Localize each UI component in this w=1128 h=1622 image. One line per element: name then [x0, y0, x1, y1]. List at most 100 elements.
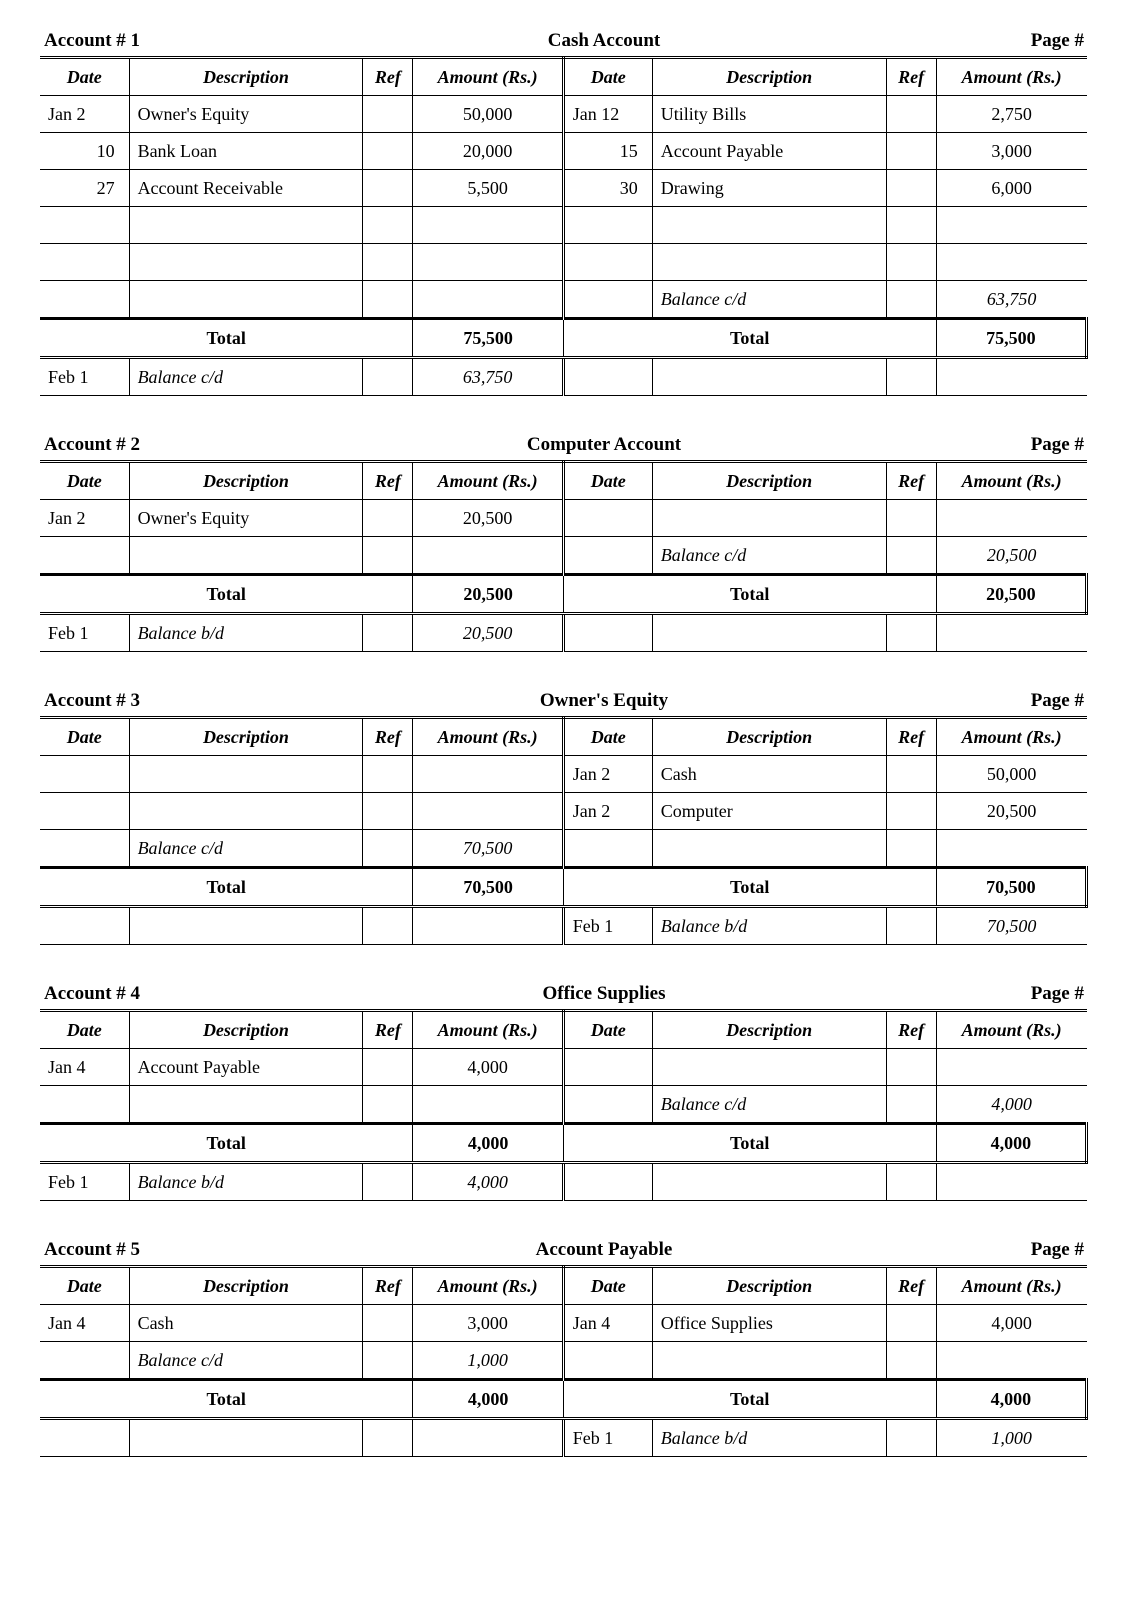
column-header: Amount (Rs.)	[413, 1011, 563, 1049]
table-row: Balance c/d63,750	[40, 281, 1087, 319]
cell	[886, 1342, 936, 1380]
cell	[936, 614, 1086, 652]
column-header: Amount (Rs.)	[413, 58, 563, 96]
cell	[40, 281, 129, 319]
account-title: Account Payable	[244, 1239, 964, 1261]
cell	[886, 207, 936, 244]
cell: Jan 2	[563, 756, 652, 793]
cell	[563, 1342, 652, 1380]
cell: 63,750	[936, 281, 1086, 319]
column-header: Date	[563, 718, 652, 756]
cell	[936, 1342, 1086, 1380]
total-label: Total	[563, 1124, 936, 1163]
ledger-table: DateDescriptionRefAmount (Rs.)DateDescri…	[40, 1009, 1088, 1201]
cell: Feb 1	[563, 907, 652, 945]
cell	[363, 614, 413, 652]
cell: Feb 1	[40, 1163, 129, 1201]
cell	[40, 244, 129, 281]
cell: Feb 1	[40, 614, 129, 652]
cell	[936, 244, 1086, 281]
cell	[652, 1163, 886, 1201]
cell	[129, 907, 363, 945]
table-row: Jan 4Cash3,000Jan 4Office Supplies4,000	[40, 1305, 1087, 1342]
cell	[413, 207, 563, 244]
column-header: Ref	[363, 1267, 413, 1305]
cell	[363, 756, 413, 793]
total-label: Total	[563, 575, 936, 614]
cell	[363, 1163, 413, 1201]
account-number: Account # 2	[44, 434, 244, 456]
cell: Drawing	[652, 170, 886, 207]
cell	[886, 96, 936, 133]
ledger-container: Account # 1Cash AccountPage #DateDescrip…	[40, 30, 1088, 1457]
cell	[886, 358, 936, 396]
cell	[363, 170, 413, 207]
cell	[886, 170, 936, 207]
table-row: Jan 4Account Payable4,000	[40, 1049, 1087, 1086]
cell	[563, 1086, 652, 1124]
cell	[129, 756, 363, 793]
column-header: Date	[563, 58, 652, 96]
cell	[886, 614, 936, 652]
cell: 4,000	[413, 1124, 563, 1163]
cell	[413, 1086, 563, 1124]
cell: 70,500	[936, 868, 1086, 907]
ledger-account-1: Account # 1Cash AccountPage #DateDescrip…	[40, 30, 1088, 396]
cell	[40, 1086, 129, 1124]
totals-row: Total4,000Total4,000	[40, 1380, 1087, 1419]
cell: Balance c/d	[652, 537, 886, 575]
cell: Cash	[129, 1305, 363, 1342]
cell	[886, 133, 936, 170]
cell	[652, 614, 886, 652]
ledger-table: DateDescriptionRefAmount (Rs.)DateDescri…	[40, 460, 1088, 652]
table-row: Feb 1Balance b/d1,000	[40, 1419, 1087, 1457]
cell	[886, 830, 936, 868]
cell: Owner's Equity	[129, 500, 363, 537]
account-title: Cash Account	[244, 30, 964, 52]
cell: 2,750	[936, 96, 1086, 133]
totals-row: Total70,500Total70,500	[40, 868, 1087, 907]
cell	[563, 1163, 652, 1201]
cell	[563, 244, 652, 281]
column-header: Ref	[363, 462, 413, 500]
cell: 5,500	[413, 170, 563, 207]
account-number: Account # 3	[44, 690, 244, 712]
cell: Jan 4	[40, 1049, 129, 1086]
table-row: 10Bank Loan20,00015Account Payable3,000	[40, 133, 1087, 170]
cell	[563, 1049, 652, 1086]
column-header: Ref	[363, 1011, 413, 1049]
cell: Account Receivable	[129, 170, 363, 207]
cell	[129, 537, 363, 575]
cell	[936, 500, 1086, 537]
cell	[129, 244, 363, 281]
account-title: Computer Account	[244, 434, 964, 456]
cell	[363, 1305, 413, 1342]
total-label: Total	[40, 868, 413, 907]
cell: 4,000	[413, 1380, 563, 1419]
account-number: Account # 5	[44, 1239, 244, 1261]
table-row: Feb 1Balance c/d63,750	[40, 358, 1087, 396]
cell: 75,500	[936, 319, 1086, 358]
cell	[936, 358, 1086, 396]
ledger-account-5: Account # 5Account PayablePage #DateDesc…	[40, 1239, 1088, 1457]
cell: 4,000	[413, 1163, 563, 1201]
table-row	[40, 207, 1087, 244]
page-number: Page #	[964, 690, 1084, 712]
account-title: Office Supplies	[244, 983, 964, 1005]
cell	[886, 1305, 936, 1342]
cell: Cash	[652, 756, 886, 793]
cell	[886, 281, 936, 319]
page-number: Page #	[964, 1239, 1084, 1261]
cell: 20,500	[413, 575, 563, 614]
column-header: Ref	[886, 718, 936, 756]
total-label: Total	[40, 575, 413, 614]
ledger-account-2: Account # 2Computer AccountPage #DateDes…	[40, 434, 1088, 652]
cell: 4,000	[936, 1305, 1086, 1342]
cell	[363, 500, 413, 537]
cell: 20,500	[936, 575, 1086, 614]
cell: 4,000	[936, 1380, 1086, 1419]
column-header: Ref	[886, 1267, 936, 1305]
column-header: Ref	[363, 58, 413, 96]
column-header: Date	[40, 718, 129, 756]
cell: Balance b/d	[129, 1163, 363, 1201]
